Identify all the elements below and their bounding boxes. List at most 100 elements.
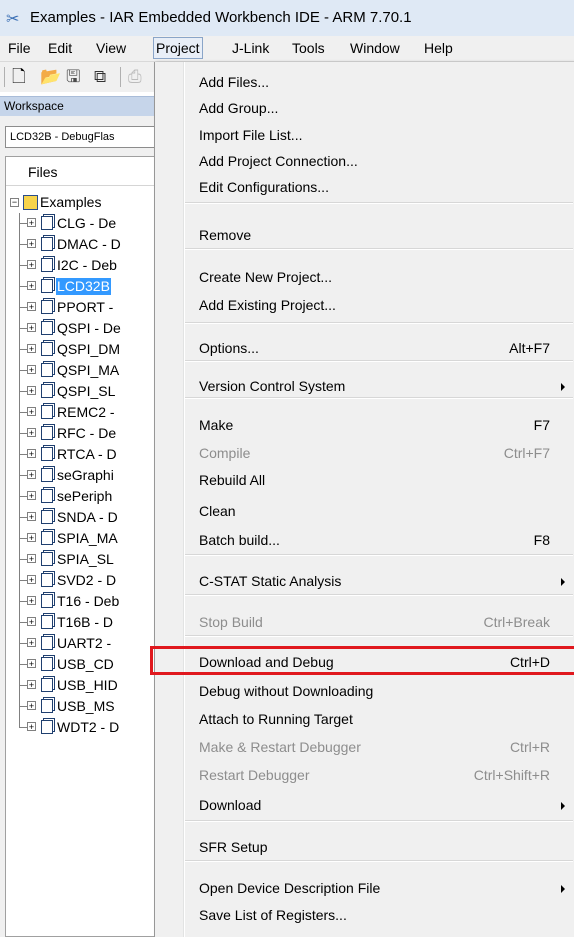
print-icon[interactable]: ⎙ xyxy=(128,68,142,86)
menu-item-version-control-system[interactable]: Version Control System xyxy=(155,373,573,399)
submenu-arrow-icon xyxy=(561,885,565,893)
menu-item-make-restart-debugger[interactable]: Make & Restart Debugger Ctrl+R xyxy=(155,734,573,760)
menu-item-label: Make xyxy=(199,417,234,433)
expand-icon[interactable]: + xyxy=(27,575,36,585)
tree-project-item[interactable]: + T16 - Deb xyxy=(6,591,155,612)
tree-project-item[interactable]: + RFC - De xyxy=(6,423,155,444)
tree-project-item[interactable]: + QSPI_SL xyxy=(6,381,155,402)
tree-project-item[interactable]: + I2C - Deb xyxy=(6,255,155,276)
menu-item-remove[interactable]: Remove xyxy=(155,222,573,248)
menu-item-shortcut: Alt+F7 xyxy=(509,340,550,356)
expand-icon[interactable]: + xyxy=(27,470,36,480)
menu-item-stop-build[interactable]: Stop Build Ctrl+Break xyxy=(155,609,573,635)
expand-icon[interactable]: + xyxy=(27,323,36,333)
expand-icon[interactable]: + xyxy=(27,659,36,669)
tree-project-item[interactable]: + SNDA - D xyxy=(6,507,155,528)
tree-project-item[interactable]: + sePeriph xyxy=(6,486,155,507)
menu-item-save-list-of-registers[interactable]: Save List of Registers... xyxy=(155,902,573,928)
menu-item-add-group[interactable]: Add Group... xyxy=(155,95,573,121)
expand-icon[interactable]: + xyxy=(27,260,36,270)
menu-item-debug-without-downloading[interactable]: Debug without Downloading xyxy=(155,678,573,704)
menu-item-sfr-setup[interactable]: SFR Setup xyxy=(155,834,573,860)
expand-icon[interactable]: + xyxy=(27,533,36,543)
menu-item-batch-build[interactable]: Batch build... F8 xyxy=(155,527,573,553)
save-all-icon[interactable]: ⧉ xyxy=(94,68,106,86)
menu-item-open-device-description-file[interactable]: Open Device Description File xyxy=(155,875,573,901)
expand-icon[interactable]: + xyxy=(27,617,36,627)
menu-item-add-existing-project[interactable]: Add Existing Project... xyxy=(155,292,573,318)
new-file-icon[interactable]: 🗋 xyxy=(12,68,26,86)
tree-project-item[interactable]: + QSPI_MA xyxy=(6,360,155,381)
expand-icon[interactable]: + xyxy=(27,638,36,648)
tree-project-label: seGraphi xyxy=(57,467,114,483)
expand-icon[interactable]: + xyxy=(27,428,36,438)
tree-project-item[interactable]: + SPIA_MA xyxy=(6,528,155,549)
menu-item-rebuild-all[interactable]: Rebuild All xyxy=(155,467,573,493)
file-tree: Files − Examples + CLG - De + DMAC - D + I2C … xyxy=(5,156,155,937)
expand-icon[interactable]: + xyxy=(27,701,36,711)
expand-icon[interactable]: + xyxy=(27,554,36,564)
tree-project-item[interactable]: + QSPI_DM xyxy=(6,339,155,360)
menu-item-edit-configurations[interactable]: Edit Configurations... xyxy=(155,174,573,200)
expand-icon[interactable]: + xyxy=(27,218,36,228)
expand-icon[interactable]: + xyxy=(27,722,36,732)
expand-icon[interactable]: + xyxy=(27,512,36,522)
menu-help[interactable]: Help xyxy=(422,39,455,57)
tree-project-item[interactable]: + PPORT - xyxy=(6,297,155,318)
tree-project-label: WDT2 - D xyxy=(57,719,120,735)
files-column-header[interactable]: Files xyxy=(6,157,155,186)
toolbar-separator xyxy=(120,67,121,87)
tree-project-item[interactable]: + QSPI - De xyxy=(6,318,155,339)
collapse-icon[interactable]: − xyxy=(10,198,19,207)
tree-project-item[interactable]: + seGraphi xyxy=(6,465,155,486)
menu-item-create-new-project[interactable]: Create New Project... xyxy=(155,264,573,290)
tree-project-item[interactable]: + T16B - D xyxy=(6,612,155,633)
tree-project-item[interactable]: + SPIA_SL xyxy=(6,549,155,570)
configuration-select[interactable]: LCD32B - DebugFlas xyxy=(5,126,155,148)
menu-jlink[interactable]: J-Link xyxy=(230,39,271,57)
menu-item-download[interactable]: Download xyxy=(155,792,573,818)
menu-tools[interactable]: Tools xyxy=(290,39,327,57)
menu-item-c-stat-static-analysis[interactable]: C-STAT Static Analysis xyxy=(155,568,573,594)
menu-item-options[interactable]: Options... Alt+F7 xyxy=(155,335,573,361)
expand-icon[interactable]: + xyxy=(27,344,36,354)
expand-icon[interactable]: + xyxy=(27,365,36,375)
tree-project-item[interactable]: + USB_HID xyxy=(6,675,155,696)
menu-item-restart-debugger[interactable]: Restart Debugger Ctrl+Shift+R xyxy=(155,762,573,788)
menu-item-add-project-connection[interactable]: Add Project Connection... xyxy=(155,148,573,174)
expand-icon[interactable]: + xyxy=(27,239,36,249)
tree-project-item[interactable]: + DMAC - D xyxy=(6,234,155,255)
menu-item-import-file-list[interactable]: Import File List... xyxy=(155,122,573,148)
expand-icon[interactable]: + xyxy=(27,407,36,417)
tree-project-item[interactable]: + REMC2 - xyxy=(6,402,155,423)
tree-project-item[interactable]: + UART2 - xyxy=(6,633,155,654)
menu-file[interactable]: File xyxy=(6,39,33,57)
menu-item-add-files[interactable]: Add Files... xyxy=(155,69,573,95)
expand-icon[interactable]: + xyxy=(27,386,36,396)
menu-item-make[interactable]: Make F7 xyxy=(155,412,573,438)
expand-icon[interactable]: + xyxy=(27,281,36,291)
expand-icon[interactable]: + xyxy=(27,596,36,606)
open-folder-icon[interactable]: 📂 xyxy=(40,68,61,86)
menu-item-attach-to-running-target[interactable]: Attach to Running Target xyxy=(155,706,573,732)
expand-icon[interactable]: + xyxy=(27,680,36,690)
expand-icon[interactable]: + xyxy=(27,449,36,459)
save-icon[interactable]: 🖫 xyxy=(66,68,80,86)
expand-icon[interactable]: + xyxy=(27,491,36,501)
tree-project-item[interactable]: + RTCA - D xyxy=(6,444,155,465)
menu-edit[interactable]: Edit xyxy=(46,39,74,57)
tree-project-item[interactable]: + SVD2 - D xyxy=(6,570,155,591)
menu-project[interactable]: Project xyxy=(153,37,203,59)
tree-project-item[interactable]: + WDT2 - D xyxy=(6,717,155,738)
tree-project-item[interactable]: + USB_CD xyxy=(6,654,155,675)
expand-icon[interactable]: + xyxy=(27,302,36,312)
tree-project-item[interactable]: + LCD32B xyxy=(6,276,155,297)
menu-item-clean[interactable]: Clean xyxy=(155,498,573,524)
menu-item-compile[interactable]: Compile Ctrl+F7 xyxy=(155,440,573,466)
menu-item-label: Stop Build xyxy=(199,614,263,630)
tree-project-item[interactable]: + USB_MS xyxy=(6,696,155,717)
menu-view[interactable]: View xyxy=(94,39,128,57)
tree-root-examples[interactable]: − Examples xyxy=(6,193,155,213)
tree-project-item[interactable]: + CLG - De xyxy=(6,213,155,234)
menu-window[interactable]: Window xyxy=(348,39,402,57)
